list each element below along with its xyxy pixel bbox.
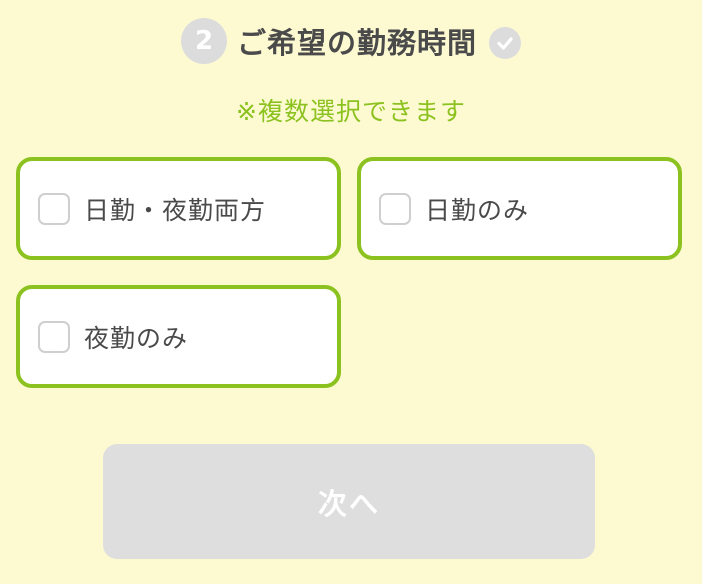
checkbox[interactable] (38, 320, 70, 353)
checkbox[interactable] (379, 192, 411, 225)
section-header: 2 ご希望の勤務時間 (0, 18, 702, 64)
step-number-badge: 2 (180, 18, 227, 64)
option-label: 日勤・夜勤両方 (84, 195, 267, 225)
check-circle-icon (489, 27, 521, 59)
section-title: ご希望の勤務時間 (236, 26, 477, 60)
option-night-shift-only[interactable]: 夜勤のみ (16, 285, 341, 388)
option-day-and-night-shift[interactable]: 日勤・夜勤両方 (16, 157, 341, 260)
checkbox[interactable] (38, 192, 70, 225)
multiple-selection-note: ※複数選択できます (236, 97, 466, 126)
option-day-shift-only[interactable]: 日勤のみ (357, 157, 682, 260)
option-label: 夜勤のみ (84, 323, 189, 353)
next-button[interactable]: 次へ (103, 444, 595, 559)
option-label: 日勤のみ (425, 195, 530, 225)
